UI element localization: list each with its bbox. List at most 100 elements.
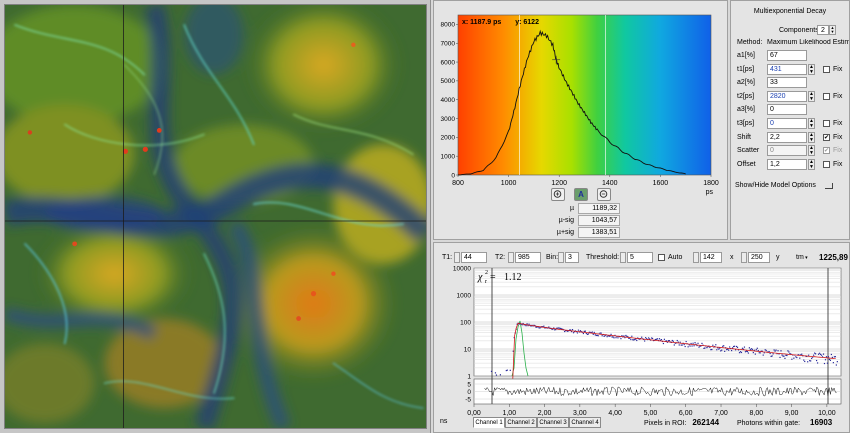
param-field-6[interactable]: 2,2 [767,131,807,143]
decay-data-point [528,323,530,325]
histogram-y-tick-label: 3000 [441,116,456,123]
param-fix-checkbox-1[interactable] [823,65,830,73]
stat-mu-plus-sigma-label: µ+sig [556,229,574,236]
decay-data-point [788,351,790,353]
decay-data-point [658,338,661,340]
decay-data-point [601,335,603,337]
zoom-in-button[interactable] [551,188,565,201]
decay-data-point [823,362,826,365]
decay-data-point [715,344,717,346]
decay-data-point [571,329,574,331]
tab-channel-3[interactable]: Channel 3 [537,417,569,428]
decay-data-point [621,335,623,337]
param-fix-checkbox-8[interactable] [823,160,830,168]
residual-y-axis: 50-5 [465,381,471,403]
decay-data-point [820,354,823,356]
residual-y-tick-label: 0 [467,389,471,396]
chi-subscript: r [485,279,487,285]
decay-data-point [728,349,730,351]
decay-data-point [494,372,497,374]
param-fix-checkbox-7[interactable]: ✔ [823,147,830,155]
param-label-6: Shift [737,133,752,141]
tab-channel-4[interactable]: Channel 4 [569,417,601,428]
param-fix-checkbox-5[interactable] [823,120,830,127]
decay-data-point [591,331,593,333]
histogram-x-axis: 800 1000 1200 1400 1600 1800 [452,175,719,187]
param-field-1[interactable]: 431 [767,63,807,75]
decay-data-point [692,342,694,344]
decay-data-point [829,359,832,361]
decay-data-point [826,362,829,364]
decay-data-point [711,348,713,351]
chi-symbol: χ [477,272,483,283]
param-field-4[interactable]: 0 [767,104,807,116]
decay-data-point [775,349,777,351]
decay-data-point [748,347,750,349]
fit-parameters-panel: Multiexponential Decay Components: 2 ▲ ▼ … [730,0,850,240]
spin-down-icon: ▼ [809,150,814,157]
decay-data-point [811,357,813,360]
decay-data-point [718,348,720,350]
decay-data-point [687,346,689,348]
method-label: Method: [737,39,763,46]
decay-data-point [684,345,686,348]
decay-data-point [784,357,786,360]
decay-data-point [780,350,782,352]
decay-chart[interactable]: 1 10 100 1000 10000 50-5 0,00 1,00 2,00 3,00 4,0… [434,243,850,433]
show-hide-model-options-toggle[interactable] [825,183,833,189]
residual-y-tick-label: -5 [465,396,471,403]
components-spinner[interactable]: ▲ ▼ [829,25,836,35]
decay-data-point [620,338,622,340]
param-spinner-1[interactable]: ▲ ▼ [808,63,815,75]
lifetime-image-viewport[interactable] [4,4,427,429]
param-label-4: a3[%] [737,106,755,114]
method-selector[interactable]: Maximum Likelihood Estimation [767,39,849,47]
lifetime-histogram-chart[interactable]: 0 1000 2000 3000 4000 5000 6000 7000 8000 800 100… [434,1,727,201]
auto-scale-button[interactable]: A [574,188,588,201]
decay-data-point [832,362,834,364]
decay-data-point [773,349,775,351]
param-label-8: Offset [737,160,756,168]
tab-channel-2[interactable]: Channel 2 [505,417,537,428]
param-field-0[interactable]: 67 [767,50,807,61]
decay-data-point [814,353,817,355]
param-spinner-8[interactable]: ▲ ▼ [808,158,815,170]
components-field[interactable]: 2 [817,25,829,35]
decay-data-point [630,338,632,341]
decay-data-point [808,354,810,356]
param-spinner-5[interactable]: ▲ ▼ [808,118,815,129]
param-fix-checkbox-6[interactable]: ✔ [823,133,830,141]
decay-x-axis: 0,00 1,00 2,00 3,00 4,00 5,00 6,00 7,00 8,00 9,00… [467,404,836,417]
param-field-7[interactable]: 0 [767,145,807,157]
histogram-x-tick-label: 1800 [703,180,719,187]
param-field-2[interactable]: 33 [767,77,807,89]
param-field-8[interactable]: 1,2 [767,158,807,170]
decay-data-point [815,359,818,362]
decay-data-point [791,358,793,360]
param-spinner-3[interactable]: ▲ ▼ [808,90,815,102]
decay-data-point [721,349,723,351]
param-fix-label-1: Fix [833,65,843,73]
decay-data-point [672,340,674,342]
tab-channel-1[interactable]: Channel 1 [473,417,505,428]
decay-data-point [756,347,758,349]
zoom-out-button[interactable] [597,188,611,201]
param-spinner-6[interactable]: ▲ ▼ [808,131,815,143]
spin-down-icon: ▼ [809,163,814,170]
decay-data-point [662,342,665,345]
pixels-in-roi-label: Pixels in ROI: [644,420,687,427]
stat-mu-label: µ [569,205,574,212]
decay-data-point [779,356,781,359]
lifetime-image[interactable] [5,5,426,428]
decay-data-point [803,359,805,361]
stat-mu-minus-sigma-value: 1043,57 [578,215,620,226]
param-field-3[interactable]: 2820 [767,90,807,102]
decay-data-point [824,359,827,361]
param-fix-checkbox-3[interactable] [823,92,830,100]
decay-data-point [689,345,691,347]
decay-data-point [673,344,675,346]
histogram-x-tick-label: 1600 [653,180,669,187]
param-spinner-7[interactable]: ▲ ▼ [808,145,815,157]
param-field-5[interactable]: 0 [767,118,807,129]
photons-within-gate: Photons within gate: 16903 [737,419,832,428]
